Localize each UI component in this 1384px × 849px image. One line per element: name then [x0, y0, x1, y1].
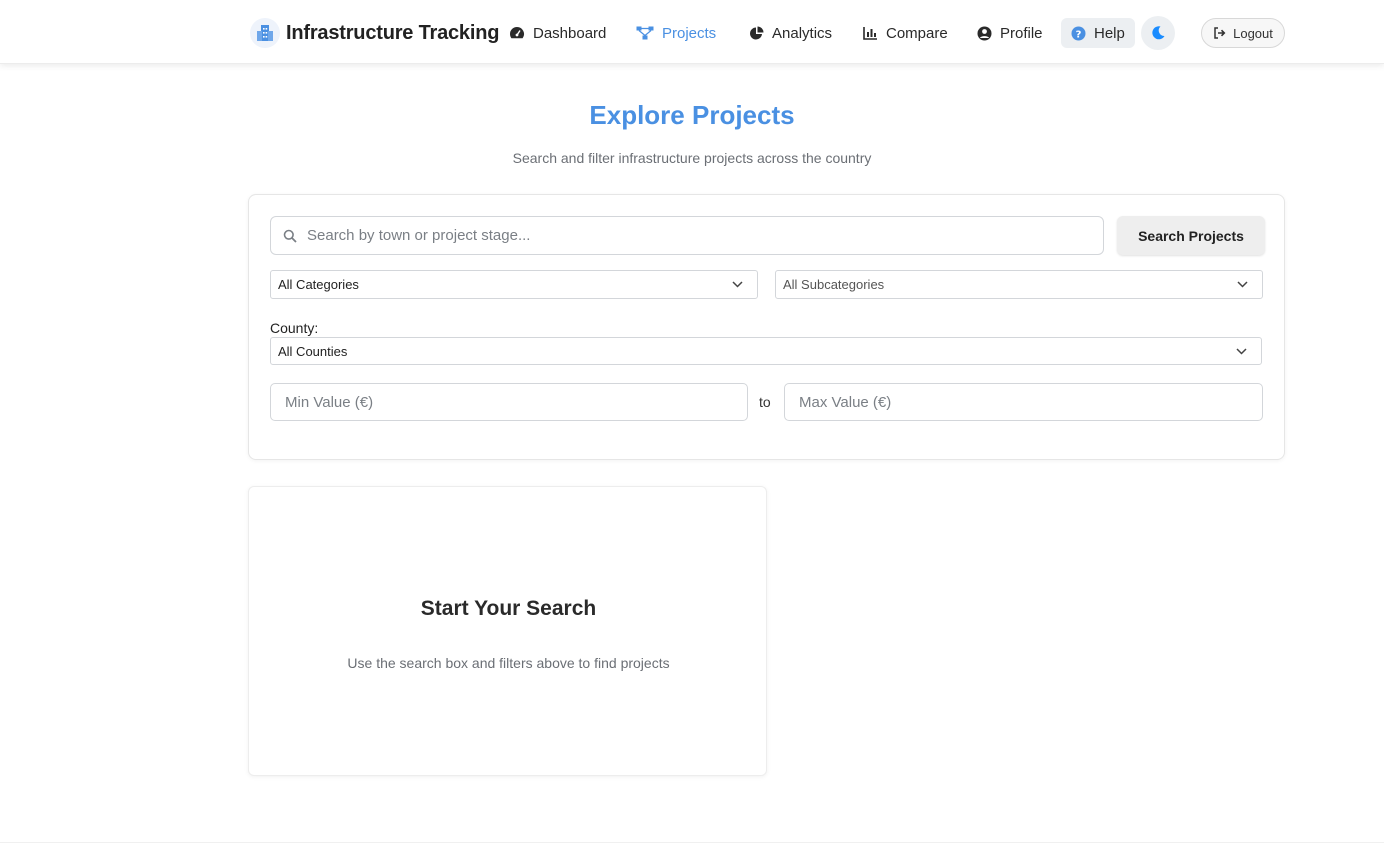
- filter-panel: Search Projects All Categories All Subca…: [248, 194, 1285, 460]
- logout-button[interactable]: Logout: [1201, 18, 1285, 48]
- nav-label: Dashboard: [533, 24, 607, 42]
- top-navbar: Infrastructure Tracking Dashboard Projec…: [0, 0, 1384, 64]
- sitemap-icon: [636, 26, 654, 40]
- nav-help[interactable]: ? Help: [1061, 18, 1135, 48]
- search-projects-button[interactable]: Search Projects: [1117, 216, 1265, 255]
- range-to-label: to: [759, 394, 771, 410]
- nav-analytics[interactable]: Analytics: [749, 18, 832, 48]
- nav-label: Help: [1094, 24, 1125, 42]
- category-select-value: All Categories: [278, 277, 359, 292]
- nav-label: Compare: [886, 24, 948, 42]
- search-icon: [283, 229, 297, 243]
- county-select[interactable]: All Counties: [270, 337, 1262, 365]
- empty-state-text: Use the search box and filters above to …: [347, 655, 670, 671]
- footer-divider: [0, 842, 1384, 843]
- empty-state-card: Start Your Search Use the search box and…: [248, 486, 767, 776]
- building-icon: [250, 18, 280, 48]
- chevron-down-icon: [1236, 347, 1247, 355]
- search-box[interactable]: [270, 216, 1104, 255]
- moon-icon: [1152, 26, 1165, 40]
- empty-state-title: Start Your Search: [420, 597, 597, 620]
- search-input[interactable]: [307, 227, 1087, 244]
- sign-out-icon: [1214, 27, 1226, 39]
- page-title: Explore Projects: [589, 100, 795, 130]
- nav-profile[interactable]: Profile: [977, 18, 1043, 48]
- page-subtitle: Search and filter infrastructure project…: [512, 150, 872, 166]
- brand[interactable]: Infrastructure Tracking: [250, 18, 499, 48]
- svg-text:?: ?: [1076, 29, 1082, 40]
- nav-projects[interactable]: Projects: [636, 18, 716, 48]
- max-value-field[interactable]: [784, 383, 1263, 421]
- subcategory-select[interactable]: All Subcategories: [775, 270, 1263, 299]
- county-label: County:: [270, 320, 319, 336]
- gauge-icon: [510, 27, 524, 39]
- nav-dashboard[interactable]: Dashboard: [509, 18, 606, 48]
- pie-chart-icon: [750, 26, 764, 39]
- min-value-field[interactable]: [270, 383, 748, 421]
- logout-label: Logout: [1233, 25, 1273, 41]
- min-value-input[interactable]: [285, 393, 747, 411]
- question-circle-icon: ?: [1071, 26, 1086, 40]
- app-title: Infrastructure Tracking: [286, 21, 500, 44]
- county-select-value: All Counties: [278, 343, 348, 359]
- nav-label: Profile: [1000, 24, 1043, 42]
- nav-label: Projects: [662, 24, 717, 42]
- chevron-down-icon: [732, 281, 743, 288]
- subcategory-select-value: All Subcategories: [783, 277, 885, 292]
- nav-compare[interactable]: Compare: [863, 18, 948, 48]
- nav-label: Analytics: [772, 24, 833, 42]
- bar-chart-icon: [863, 27, 877, 40]
- theme-toggle-button[interactable]: [1141, 16, 1175, 50]
- category-select[interactable]: All Categories: [270, 270, 758, 299]
- chevron-down-icon: [1237, 281, 1248, 288]
- max-value-input[interactable]: [799, 393, 1262, 411]
- user-circle-icon: [977, 26, 992, 40]
